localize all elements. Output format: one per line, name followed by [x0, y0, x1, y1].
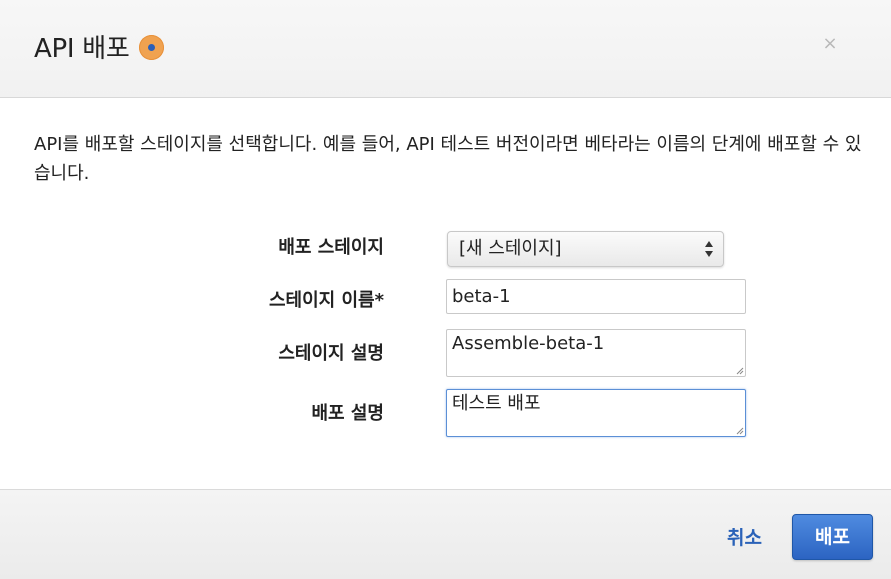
dialog-footer: 취소 배포: [0, 489, 891, 579]
cancel-button[interactable]: 취소: [727, 523, 762, 550]
stage-description-value: Assemble-beta-1: [452, 333, 605, 354]
stage-select-value: [새 스테이지]: [459, 238, 562, 259]
stage-description-label: 스테이지 설명: [278, 343, 384, 364]
stage-description-textarea[interactable]: Assemble-beta-1: [446, 329, 746, 377]
status-dot-icon: [139, 35, 165, 60]
dialog-title-row: API 배포: [34, 28, 165, 65]
deployment-description-label: 배포 설명: [311, 403, 384, 424]
close-icon[interactable]: ×: [821, 34, 839, 54]
resize-grip-icon[interactable]: [735, 366, 744, 375]
resize-grip-icon[interactable]: [735, 426, 744, 435]
dialog-description: API를 배포할 스테이지를 선택합니다. 예를 들어, API 테스트 버전이…: [34, 134, 862, 184]
deployment-description-textarea[interactable]: 테스트 배포: [446, 389, 746, 437]
select-arrows-icon: [705, 241, 713, 257]
stage-select-label: 배포 스테이지: [278, 237, 384, 258]
deployment-description-value: 테스트 배포: [452, 393, 541, 414]
stage-name-label: 스테이지 이름*: [268, 290, 384, 311]
stage-select[interactable]: [새 스테이지]: [447, 231, 724, 267]
stage-name-input[interactable]: beta-1: [446, 279, 746, 314]
deploy-button[interactable]: 배포: [792, 514, 873, 560]
dialog-header: API 배포 ×: [0, 0, 891, 98]
dialog-title: API 배포: [34, 34, 130, 64]
